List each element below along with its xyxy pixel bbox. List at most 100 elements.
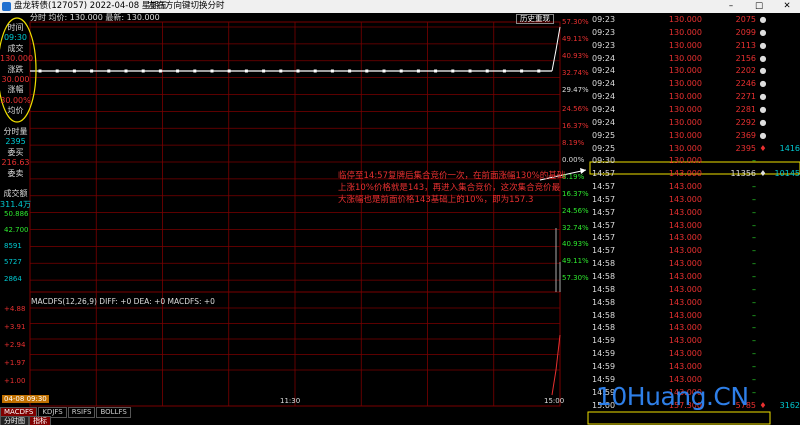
tick-price: 143.000 [668,284,702,294]
tick-row[interactable]: 14:58 143.000 – [590,322,800,335]
tick-price: 130.000 [668,117,702,127]
price-dot [262,69,266,73]
price-dot [485,69,489,73]
tick-row[interactable]: 14:58 143.000 – [590,310,800,323]
tick-row[interactable]: 14:59 143.000 – [590,361,800,374]
tick-time: 14:57 [592,169,616,179]
tick-row[interactable]: 14:58 143.000 – [590,284,800,297]
tick-row[interactable]: 09:24 130.000 2281 ● [590,104,800,117]
tick-price: 143.000 [668,349,702,359]
tick-row[interactable]: 09:25 130.000 2369 ● [590,130,800,143]
tick-time: 14:59 [592,349,616,359]
tab-indicator[interactable]: 指标 [29,416,51,425]
tick-price: 143.000 [668,207,702,217]
macd-axis-label: +4.88 [4,305,26,313]
tick-row[interactable]: 14:57 143.000 – [590,207,800,220]
tick-row[interactable]: 09:23 130.000 2113 ● [590,40,800,53]
left-panel-item: 30.00% [0,95,31,105]
price-dot [107,69,111,73]
tick-row[interactable]: 14:57 143.000 – [590,245,800,258]
tick-volume: 2202 [735,66,756,76]
tick-list[interactable]: 09:23 130.000 2075 ● 09:23 130.000 2099 ● 09:23 1… [590,13,800,425]
macd-axis-label: +1.97 [4,359,26,367]
tick-time: 14:58 [592,323,616,333]
left-panel-item: 09:30 [3,33,28,43]
tick-time: 09:24 [592,117,616,127]
tick-price: 143.000 [668,336,702,346]
time-axis-box: 04-08 09:30 [2,395,49,403]
tick-row[interactable]: 09:24 130.000 2292 ● [590,117,800,130]
tick-row[interactable]: 09:30 130.000 – [590,155,800,168]
tick-row[interactable]: 09:25 130.000 2395 ♦ 1416 [590,143,800,156]
left-panel-item: 130.000 [0,54,34,64]
tab-rsifs[interactable]: RSIFS [67,407,96,418]
macd-header: MACDFS(12,26,9) DIFF: +0 DEA: +0 MACDFS:… [31,297,215,306]
tick-extra: 3162 [779,400,800,410]
tick-row[interactable]: 09:24 130.000 2156 ● [590,53,800,66]
tick-row[interactable]: 09:24 130.000 2202 ● [590,65,800,78]
price-dot [468,69,472,73]
history-replay-button[interactable]: 历史重现 [516,14,554,24]
tick-row[interactable]: 14:58 143.000 – [590,297,800,310]
tab-bollfs[interactable]: BOLLFS [96,407,131,418]
tick-price: 130.000 [668,15,702,24]
tick-row[interactable]: 14:58 143.000 – [590,271,800,284]
price-dot [382,69,386,73]
left-panel-item: 成交 [7,43,24,53]
price-axis-label: 16.37% [562,122,589,131]
tick-volume: – [752,220,756,230]
volume-axis-label: 50.886 [4,210,29,218]
tick-row[interactable]: 09:23 130.000 2075 ● [590,14,800,27]
price-axis-label: 24.56% [562,206,589,215]
price-dot [520,69,524,73]
price-dot [416,69,420,73]
tick-direction-icon: ● [759,92,767,102]
tick-price: 143.000 [668,272,702,281]
tick-direction-icon: ● [759,66,767,76]
tick-row[interactable]: 14:57 143.000 11356 ♦ 10145 [590,168,800,181]
price-dot [193,69,197,73]
tick-volume: – [752,156,756,166]
tick-row[interactable]: 09:24 130.000 2246 ● [590,78,800,91]
tick-row[interactable]: 14:58 143.000 – [590,258,800,271]
tick-price: 143.000 [668,297,702,307]
tick-price: 143.000 [668,323,702,333]
tick-volume: – [752,361,756,371]
tick-row[interactable]: 14:57 143.000 – [590,220,800,233]
price-dot [90,69,94,73]
tick-price: 130.000 [668,40,702,50]
tick-volume: – [752,323,756,333]
tab-intraday[interactable]: 分时图 [0,416,29,425]
volume-axis-label: 42.700 [4,226,29,234]
tick-price: 143.000 [668,246,702,256]
tick-price: 143.000 [668,194,702,204]
tick-volume: 2281 [735,104,756,114]
price-dot [244,69,248,73]
tick-direction-icon: ● [759,79,767,89]
tick-time: 14:57 [592,246,616,256]
tick-price: 130.000 [668,79,702,89]
tick-row[interactable]: 14:59 143.000 – [590,335,800,348]
price-dot [72,69,76,73]
tick-volume: 2246 [735,79,756,89]
tick-row[interactable]: 14:57 143.000 – [590,232,800,245]
chart-header: 分时 均价: 130.000 最新: 130.000 [30,13,160,22]
tick-time: 14:58 [592,259,616,269]
tick-row[interactable]: 14:57 143.000 – [590,194,800,207]
price-axis-label: 0.00% [562,156,585,164]
price-dot [55,69,59,73]
tick-direction-icon: ● [759,15,767,24]
tick-row[interactable]: 09:24 130.000 2271 ● [590,91,800,104]
tick-volume: 2099 [735,27,756,37]
price-axis-label: 32.74% [562,223,589,232]
tick-price: 130.000 [668,130,702,140]
price-axis-label: 40.93% [562,51,589,60]
tick-time: 14:58 [592,310,616,320]
price-dot [296,69,300,73]
tick-row[interactable]: 14:59 143.000 – [590,348,800,361]
tick-price: 130.000 [668,156,702,166]
tick-row[interactable]: 14:57 143.000 – [590,181,800,194]
tick-price: 143.000 [668,310,702,320]
tick-row[interactable]: 09:23 130.000 2099 ● [590,27,800,40]
tick-price: 143.000 [668,259,702,269]
